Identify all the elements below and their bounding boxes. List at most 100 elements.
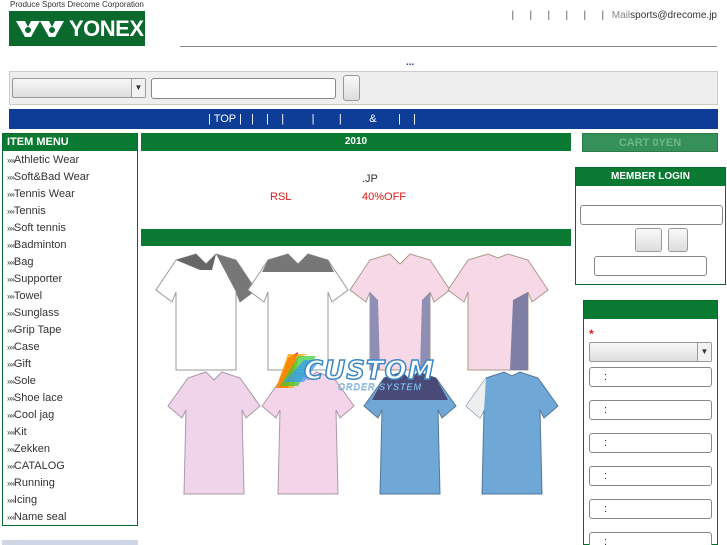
mail-address-link[interactable]: sports@drecome.jp bbox=[630, 10, 717, 21]
logo-text: YONEX bbox=[69, 15, 144, 41]
sidebar-item-label: Sole bbox=[13, 375, 36, 387]
sidebar-item[interactable]: »»Kit bbox=[3, 424, 137, 441]
sidebar-item-label: Supporter bbox=[13, 273, 63, 285]
sidebar-item[interactable]: »»Athletic Wear bbox=[3, 152, 137, 169]
sidebar-item-label: Soft&Bad Wear bbox=[13, 171, 90, 183]
bullet-icon: »» bbox=[7, 411, 15, 420]
jp-text: .JP bbox=[362, 173, 378, 185]
search-bar: ▼ bbox=[9, 71, 718, 105]
sidebar-footer bbox=[2, 540, 138, 545]
sidebar-item[interactable]: »»Grip Tape bbox=[3, 322, 137, 339]
top-link-3[interactable]: | bbox=[540, 10, 558, 21]
shirt-2 bbox=[247, 253, 349, 371]
sidebar-item-label: Badminton bbox=[13, 239, 67, 251]
sidebar-item[interactable]: »»CATALOG bbox=[3, 458, 137, 475]
sidebar-item-label: Athletic Wear bbox=[13, 154, 80, 166]
login-button[interactable] bbox=[635, 228, 662, 252]
custom-order-field[interactable]: : bbox=[589, 367, 712, 387]
sidebar-item[interactable]: »»Icing bbox=[3, 492, 137, 509]
nav-item-3[interactable]: | bbox=[254, 113, 269, 125]
sidebar-item[interactable]: »»Sole bbox=[3, 373, 137, 390]
nav-item-5[interactable]: | bbox=[284, 113, 315, 125]
yonex-logo[interactable]: YONEX bbox=[9, 11, 145, 46]
search-input[interactable] bbox=[151, 78, 336, 99]
bullet-icon: »» bbox=[7, 241, 15, 250]
sidebar-item-label: Name seal bbox=[13, 511, 67, 523]
search-button[interactable] bbox=[343, 75, 360, 101]
sidebar-item[interactable]: »»Soft&Bad Wear bbox=[3, 169, 137, 186]
bullet-icon: »» bbox=[7, 207, 15, 216]
item-menu: ITEM MENU »»Athletic Wear »»Soft&Bad Wear… bbox=[2, 133, 138, 526]
custom-order-field[interactable]: : bbox=[589, 499, 712, 519]
sidebar-item-label: Tennis Wear bbox=[13, 188, 75, 200]
nav-item-7[interactable]: & bbox=[342, 113, 376, 125]
sidebar-item[interactable]: »»Gift bbox=[3, 356, 137, 373]
custom-order-field[interactable]: : bbox=[589, 466, 712, 486]
sidebar-item[interactable]: »»Name seal bbox=[3, 509, 137, 526]
sidebar-item[interactable]: »»Sunglass bbox=[3, 305, 137, 322]
bullet-icon: »» bbox=[7, 428, 15, 437]
nav-item-8[interactable]: | bbox=[377, 113, 401, 125]
header-divider bbox=[180, 46, 717, 47]
item-menu-heading: ITEM MENU bbox=[3, 134, 137, 151]
top-link-1[interactable]: | bbox=[504, 10, 522, 21]
nav-item-2[interactable]: | bbox=[242, 113, 254, 125]
sidebar-item[interactable]: »»Shoe lace bbox=[3, 390, 137, 407]
custom-order-heading bbox=[584, 301, 717, 319]
sidebar-item-label: Bag bbox=[13, 256, 34, 268]
bullet-icon: »» bbox=[7, 479, 15, 488]
top-link-4[interactable]: | bbox=[558, 10, 576, 21]
top-link-6[interactable]: | bbox=[594, 10, 612, 21]
chevron-down-icon: ▼ bbox=[131, 79, 145, 97]
sidebar-item[interactable]: »»Case bbox=[3, 339, 137, 356]
nav-item-6[interactable]: | bbox=[314, 113, 342, 125]
top-link-5[interactable]: | bbox=[576, 10, 594, 21]
bullet-icon: »» bbox=[7, 190, 15, 199]
nav-top[interactable]: TOP bbox=[211, 113, 239, 125]
login-id-input[interactable] bbox=[580, 205, 723, 225]
custom-order-panel: * ▼ :::::: bbox=[583, 300, 718, 545]
sidebar-item[interactable]: »»Bag bbox=[3, 254, 137, 271]
sidebar-item-label: Shoe lace bbox=[13, 392, 63, 404]
section-bar bbox=[141, 229, 571, 246]
sidebar-item[interactable]: »»Badminton bbox=[3, 237, 137, 254]
main-heading: 2010 bbox=[141, 133, 571, 151]
sidebar-item[interactable]: »»Cool jag bbox=[3, 407, 137, 424]
shirt-1 bbox=[155, 253, 257, 371]
custom-order-field[interactable]: : bbox=[589, 400, 712, 420]
bullet-icon: »» bbox=[7, 258, 15, 267]
nav-item-4[interactable]: | bbox=[269, 113, 284, 125]
main-nav: | TOP | | | | | | & | | bbox=[9, 109, 718, 129]
shirt-5 bbox=[167, 371, 261, 495]
sidebar-item[interactable]: »»Towel bbox=[3, 288, 137, 305]
yonex-mark-icon bbox=[11, 13, 65, 44]
sidebar-item[interactable]: »»Tennis bbox=[3, 203, 137, 220]
sidebar-item[interactable]: »»Tennis Wear bbox=[3, 186, 137, 203]
custom-order-banner[interactable]: CUSTOM ORDER SYSTEM bbox=[148, 250, 568, 500]
sidebar-item[interactable]: »»Soft tennis bbox=[3, 220, 137, 237]
custom-order-field[interactable]: : bbox=[589, 532, 712, 545]
banner-sub-text: ORDER SYSTEM bbox=[338, 382, 423, 392]
cart-button[interactable]: CART 0YEN bbox=[582, 133, 718, 152]
sidebar-item-label: Tennis bbox=[13, 205, 46, 217]
sidebar-item-label: Zekken bbox=[13, 443, 50, 455]
sidebar-item-label: Grip Tape bbox=[13, 324, 62, 336]
register-button[interactable] bbox=[668, 228, 688, 252]
sidebar-item[interactable]: »»Running bbox=[3, 475, 137, 492]
bullet-icon: »» bbox=[7, 343, 15, 352]
bullet-icon: »» bbox=[7, 309, 15, 318]
password-input[interactable] bbox=[594, 256, 707, 276]
top-link-2[interactable]: | bbox=[522, 10, 540, 21]
custom-order-field[interactable]: : bbox=[589, 433, 712, 453]
custom-order-select[interactable]: ▼ bbox=[589, 342, 712, 362]
nav-item-9[interactable]: | bbox=[401, 113, 416, 125]
sidebar-item-label: Gift bbox=[13, 358, 32, 370]
bullet-icon: »» bbox=[7, 156, 15, 165]
chevron-down-icon: ▼ bbox=[697, 343, 711, 361]
sidebar-item[interactable]: »»Zekken bbox=[3, 441, 137, 458]
tagline: Produce Sports Drecome Corporation bbox=[10, 0, 144, 9]
sidebar-item[interactable]: »»Supporter bbox=[3, 271, 137, 288]
category-select[interactable]: ▼ bbox=[12, 78, 146, 98]
bullet-icon: »» bbox=[7, 513, 15, 522]
bullet-icon: »» bbox=[7, 496, 15, 505]
